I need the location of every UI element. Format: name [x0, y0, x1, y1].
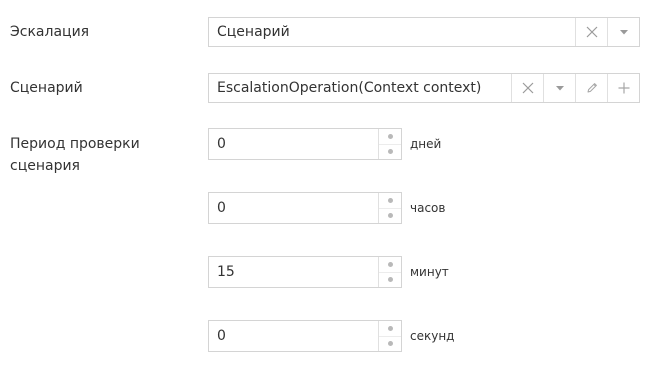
days-increment-button[interactable]: [379, 129, 401, 145]
minutes-increment-button[interactable]: [379, 257, 401, 273]
spin-down-dot-icon: [387, 277, 393, 283]
escalation-label: Эскалация: [10, 24, 90, 40]
escalation-dropdown-button[interactable]: [607, 18, 639, 46]
seconds-stepper-arrows: [378, 321, 401, 351]
spin-up-dot-icon: [387, 325, 393, 331]
hours-stepper-arrows: [378, 193, 401, 223]
minutes-unit-label: минут: [410, 265, 449, 279]
scenario-add-button[interactable]: [607, 74, 639, 102]
escalation-clear-button[interactable]: [575, 18, 607, 46]
form-root: Эскалация Сценарий Сценарий EscalationOp…: [0, 0, 654, 368]
seconds-input[interactable]: 0: [209, 321, 378, 351]
scenario-clear-button[interactable]: [511, 74, 543, 102]
minutes-decrement-button[interactable]: [379, 273, 401, 288]
spin-down-dot-icon: [387, 213, 393, 219]
days-unit-label: дней: [410, 137, 442, 151]
pencil-icon: [586, 82, 598, 94]
minutes-stepper-arrows: [378, 257, 401, 287]
spin-up-dot-icon: [387, 133, 393, 139]
seconds-decrement-button[interactable]: [379, 337, 401, 352]
seconds-increment-button[interactable]: [379, 321, 401, 337]
days-decrement-button[interactable]: [379, 145, 401, 160]
escalation-select[interactable]: Сценарий: [208, 17, 640, 47]
close-icon: [522, 82, 534, 94]
check-period-label-line2: сценария: [10, 158, 80, 174]
spin-down-dot-icon: [387, 341, 393, 347]
seconds-stepper[interactable]: 0: [208, 320, 402, 352]
plus-icon: [618, 82, 630, 94]
spin-down-dot-icon: [387, 149, 393, 155]
seconds-unit-label: секунд: [410, 329, 455, 343]
spin-up-dot-icon: [387, 261, 393, 267]
days-stepper-arrows: [378, 129, 401, 159]
scenario-dropdown-button[interactable]: [543, 74, 575, 102]
hours-input[interactable]: 0: [209, 193, 378, 223]
caret-down-icon: [555, 85, 564, 91]
hours-increment-button[interactable]: [379, 193, 401, 209]
scenario-select[interactable]: EscalationOperation(Context context): [208, 73, 640, 103]
spin-up-dot-icon: [387, 197, 393, 203]
scenario-value[interactable]: EscalationOperation(Context context): [209, 74, 511, 102]
minutes-input[interactable]: 15: [209, 257, 378, 287]
check-period-label-line1: Период проверки: [10, 136, 140, 152]
close-icon: [586, 26, 598, 38]
minutes-stepper[interactable]: 15: [208, 256, 402, 288]
days-input[interactable]: 0: [209, 129, 378, 159]
hours-unit-label: часов: [410, 201, 446, 215]
hours-decrement-button[interactable]: [379, 209, 401, 224]
caret-down-icon: [619, 29, 628, 35]
scenario-edit-button[interactable]: [575, 74, 607, 102]
escalation-value[interactable]: Сценарий: [209, 18, 575, 46]
scenario-label: Сценарий: [10, 80, 83, 96]
hours-stepper[interactable]: 0: [208, 192, 402, 224]
days-stepper[interactable]: 0: [208, 128, 402, 160]
